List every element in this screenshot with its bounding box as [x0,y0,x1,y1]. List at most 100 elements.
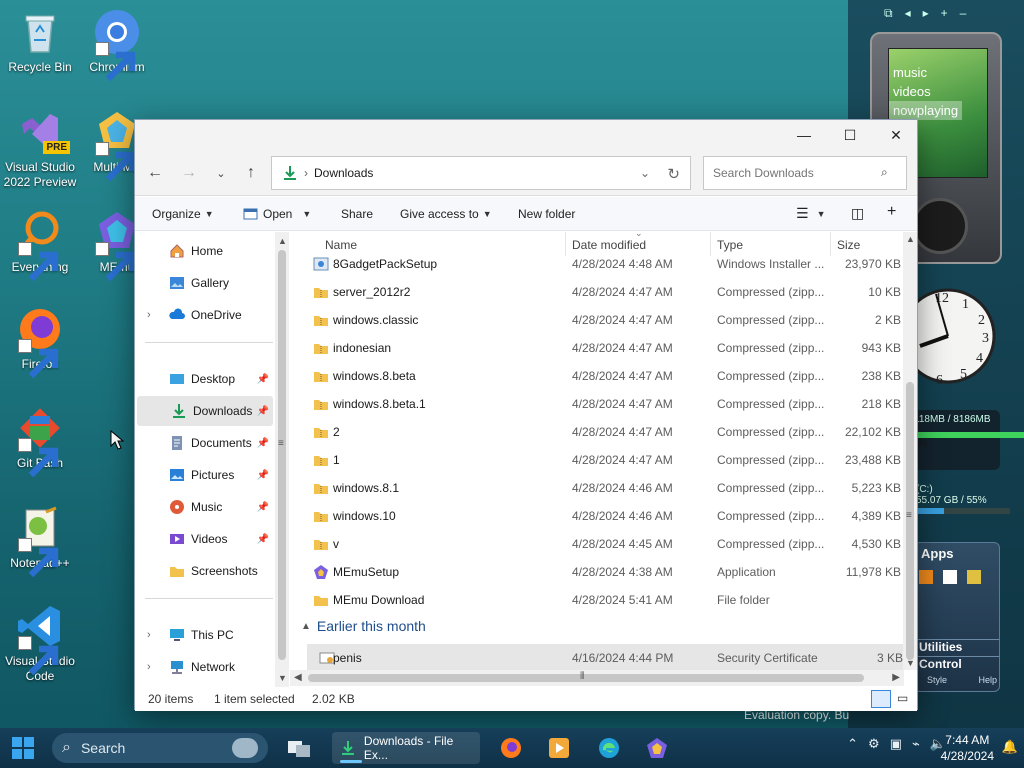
taskbar-memu[interactable] [642,733,672,763]
up-button[interactable]: ↑ [239,162,263,184]
table-row[interactable]: windows.8.1 4/28/2024 4:46 AM Compressed… [301,474,903,502]
table-row[interactable]: MEmu Download 4/28/2024 5:41 AM File fol… [301,586,903,614]
file-name: windows.10 [333,509,396,523]
chevron-up-icon[interactable]: ⌃ [847,736,858,752]
taskbar-media-player[interactable] [544,733,574,763]
horizontal-scrollbar[interactable]: ◀ ⦀ ▶ [290,670,904,686]
nav-item-home[interactable]: Home [135,236,273,266]
desktop-icon-visual-studio[interactable]: PRE Visual Studio 2022 Preview [0,108,80,190]
notification-bell-icon[interactable]: 🔔 [1002,739,1018,755]
trophy-icon[interactable] [967,570,981,584]
apps-utilities[interactable]: Utilities [915,639,999,654]
player-wheel[interactable] [912,198,968,254]
pin-icon[interactable]: 📌 [257,438,269,449]
taskbar-firefox[interactable] [496,733,526,763]
nav-item-network[interactable]: › Network [135,652,273,682]
nav-item-onedrive[interactable]: › OneDrive [135,300,273,330]
apps-control[interactable]: Control [915,656,999,671]
table-row[interactable]: 2 4/28/2024 4:47 AM Compressed (zipp... … [301,418,903,446]
desktop-icon-recycle-bin[interactable]: Recycle Bin [0,8,80,75]
table-row[interactable]: windows.8.beta 4/28/2024 4:47 AM Compres… [301,362,903,390]
nav-item-videos[interactable]: Videos 📌 [135,524,273,554]
view-options-button[interactable]: ☰ ▼ [796,205,825,222]
player-menu-videos[interactable]: videos [893,82,962,101]
table-row[interactable]: server_2012r2 4/28/2024 4:47 AM Compress… [301,278,903,306]
player-menu-nowplaying[interactable]: nowplaying [889,101,963,120]
address-bar[interactable]: › Downloads ⌄ ↻ [271,156,691,190]
pin-icon[interactable]: 📌 [257,502,269,513]
organize-button[interactable]: Organize ▼ [152,207,214,221]
nav-item-gallery[interactable]: Gallery [135,268,273,298]
table-row[interactable]: indonesian 4/28/2024 4:47 AM Compressed … [301,334,903,362]
taskbar-clock[interactable]: 7:44 AM 4/28/2024 [941,732,994,764]
table-row[interactable]: v 4/28/2024 4:45 AM Compressed (zipp... … [301,530,903,558]
table-row[interactable]: 1 4/28/2024 4:47 AM Compressed (zipp... … [301,446,903,474]
recent-locations-button[interactable]: ⌄ [209,162,233,184]
desktop-icon-chromium[interactable]: Chromium [77,8,157,82]
table-row[interactable]: windows.8.beta.1 4/28/2024 4:47 AM Compr… [301,390,903,418]
refresh-icon[interactable]: ↻ [667,165,680,183]
forward-button[interactable]: → [177,162,201,184]
media-app-icon[interactable] [919,570,933,584]
breadcrumb-downloads[interactable]: Downloads [314,166,373,180]
pin-icon[interactable]: 📌 [257,470,269,481]
table-row[interactable]: 8GadgetPackSetup 4/28/2024 4:48 AM Windo… [301,250,903,278]
nav-item-screenshots[interactable]: Screenshots [135,556,273,586]
pin-icon[interactable]: 📌 [257,406,269,417]
taskbar-file-explorer[interactable]: Downloads - File Ex... [332,732,480,764]
back-button[interactable]: ← [143,162,167,184]
taskbar-edge[interactable] [594,733,624,763]
large-icons-view-button[interactable]: ▭ [897,691,908,705]
start-button[interactable] [12,737,34,759]
file-list-scrollbar[interactable]: ▲ ≡ ▼ [903,232,917,670]
memory-readout: 118MB / 8186MB [914,414,991,425]
desktop-icon-vscode[interactable]: Visual Studio Code [0,602,80,684]
search-input[interactable] [703,156,907,190]
network-disconnected-icon[interactable]: ⌁ [912,736,920,752]
close-button[interactable]: ✕ [873,120,919,150]
nav-item-this-pc[interactable]: › This PC [135,620,273,650]
nav-item-pictures[interactable]: Pictures 📌 [135,460,273,490]
details-view-button[interactable] [871,690,891,708]
app-icon[interactable] [943,570,957,584]
table-row[interactable]: MEmuSetup 4/28/2024 4:38 AM Application … [301,558,903,586]
desktop-icon-git-bash[interactable]: Git Bash [0,404,80,478]
group-header-earlier-this-month[interactable]: ▲ Earlier this month [301,618,426,634]
desktop-icon-everything[interactable]: Everything [0,208,80,282]
pin-icon[interactable]: 📌 [257,534,269,545]
minimize-button[interactable]: — [781,120,827,150]
chevron-right-icon[interactable]: › [147,661,151,673]
maximize-button[interactable]: ☐ [827,120,873,150]
apps-gadget[interactable]: Apps Utilities Control Style Help [914,542,1000,692]
taskbar-search-box[interactable]: ⌕ Search [52,733,268,763]
chevron-right-icon[interactable]: › [147,309,151,321]
tray-monitor-icon[interactable]: ▣ [890,736,902,752]
table-row[interactable]: windows.classic 4/28/2024 4:47 AM Compre… [301,306,903,334]
pin-icon[interactable]: 📌 [257,374,269,385]
nav-label: Network [191,660,236,674]
give-access-button[interactable]: Give access to ▼ [400,207,492,221]
apps-help[interactable]: Help [978,675,997,685]
desktop-icon-firefox[interactable]: Firefox [0,305,80,379]
apps-style[interactable]: Style [927,675,947,685]
nav-item-music[interactable]: Music 📌 [135,492,273,522]
nav-item-documents[interactable]: Documents 📌 [135,428,273,458]
player-menu-music[interactable]: music [893,63,962,82]
tray-settings-icon[interactable]: ⚙ [868,736,880,752]
expand-button[interactable]: + [887,203,896,221]
preview-pane-button[interactable]: ◫ [851,205,864,222]
new-folder-button[interactable]: New folder [518,207,575,221]
address-dropdown-icon[interactable]: ⌄ [640,166,650,180]
nav-item-desktop[interactable]: Desktop 📌 [135,364,273,394]
nav-item-downloads[interactable]: Downloads 📌 [137,396,273,426]
desktop-icon-notepad-plus-plus[interactable]: Notepad++ [0,504,80,578]
share-button[interactable]: Share [341,207,373,221]
table-row[interactable]: windows.10 4/28/2024 4:46 AM Compressed … [301,502,903,530]
open-button[interactable]: Open ▼ [243,207,311,221]
title-bar[interactable]: — ☐ ✕ [135,120,917,150]
task-view-button[interactable] [284,733,314,763]
chevron-right-icon[interactable]: › [147,629,151,641]
table-row-selected[interactable]: penis 4/16/2024 4:44 PM Security Certifi… [307,644,903,672]
sidebar-controls[interactable]: ⧉◂▸+– [884,6,978,21]
navigation-pane-scrollbar[interactable]: ▲ ≡ ▼ [275,232,289,687]
